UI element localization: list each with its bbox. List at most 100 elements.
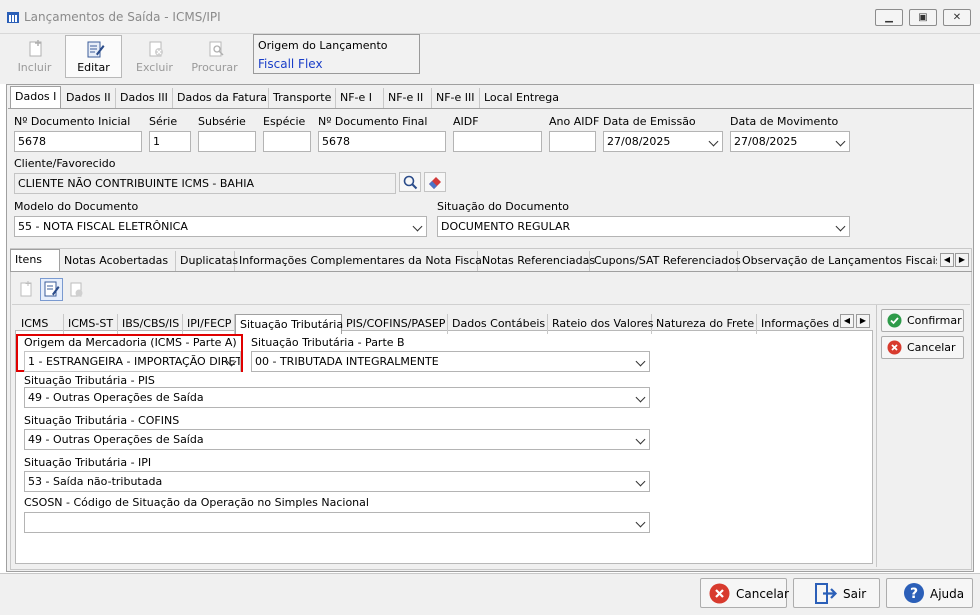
add-item-button[interactable] — [16, 279, 37, 300]
tabs-scroll-left[interactable]: ◀ — [940, 253, 954, 267]
tax-tabs: ICMS ICMS-ST IBS/CBS/IS IPI/FECP Situaçã… — [17, 314, 839, 334]
exit-icon — [815, 583, 838, 604]
tab-dados-i[interactable]: Dados I — [10, 86, 61, 108]
editar-button[interactable]: Editar — [65, 35, 122, 78]
tab-dados-iii[interactable]: Dados III — [116, 88, 173, 108]
cancel-icon — [887, 340, 902, 355]
tab-situacao-tributaria[interactable]: Situação Tributária — [235, 314, 343, 334]
tab-dados-fatura[interactable]: Dados da Fatura — [173, 88, 269, 108]
tabs-scroll-right[interactable]: ▶ — [955, 253, 969, 267]
num-doc-inicial-label: Nº Documento Inicial — [14, 115, 131, 128]
add-item-icon — [20, 281, 32, 297]
situacao-label: Situação do Documento — [437, 200, 570, 213]
ano-aidf-input[interactable] — [549, 131, 596, 152]
chevron-down-icon — [635, 356, 646, 367]
tab-dados-contabeis[interactable]: Dados Contábeis — [448, 314, 548, 334]
tab-natureza-frete[interactable]: Natureza do Frete — [652, 314, 757, 334]
confirmar-button[interactable]: Confirmar — [881, 309, 964, 332]
tab-dados-ii[interactable]: Dados II — [62, 88, 116, 108]
tax-tabs-scroll-right[interactable]: ▶ — [856, 314, 870, 328]
cancel-icon — [709, 583, 730, 604]
ipi-select[interactable]: 53 - Saída não-tributada — [24, 471, 650, 492]
aidf-input[interactable] — [453, 131, 542, 152]
chevron-down-icon — [708, 136, 719, 147]
tab-notas-acobertadas[interactable]: Notas Acobertadas — [60, 251, 176, 271]
csosn-select[interactable] — [24, 512, 650, 533]
side-divider — [876, 305, 877, 567]
cofins-value: 49 - Outras Operações de Saída — [28, 433, 204, 446]
tab-informacoes[interactable]: Informações de — [757, 314, 839, 334]
tab-icms[interactable]: ICMS — [17, 314, 64, 334]
delete-document-icon — [149, 41, 163, 57]
arrow-right-icon: ▶ — [859, 316, 867, 325]
procurar-label: Procurar — [191, 61, 238, 74]
incluir-label: Incluir — [17, 61, 52, 74]
tab-itens[interactable]: Itens — [10, 249, 60, 271]
tab-pis-cofins[interactable]: PIS/COFINS/PASEP — [342, 314, 448, 334]
chevron-down-icon — [635, 392, 646, 403]
tab-ibs-cbs-is[interactable]: IBS/CBS/IS — [118, 314, 183, 334]
minimize-icon: ▁ — [885, 12, 893, 23]
minimize-button[interactable]: ▁ — [875, 9, 903, 26]
edit-item-button[interactable] — [40, 278, 63, 301]
search-document-icon — [209, 41, 224, 57]
cancelar-item-button[interactable]: Cancelar — [881, 336, 964, 359]
modelo-value: 55 - NOTA FISCAL ELETRÔNICA — [18, 220, 188, 233]
cancelar-label: Cancelar — [736, 587, 789, 601]
situacao-select[interactable]: DOCUMENTO REGULAR — [437, 216, 850, 237]
chevron-down-icon — [635, 517, 646, 528]
tab-nfe-ii[interactable]: NF-e II — [384, 88, 432, 108]
tab-duplicatas[interactable]: Duplicatas — [176, 251, 238, 271]
cliente-input[interactable]: CLIENTE NÃO CONTRIBUINTE ICMS - BAHIA — [14, 173, 396, 194]
origem-mercadoria-label: Origem da Mercadoria (ICMS - Parte A) — [24, 336, 237, 349]
sair-button[interactable]: Sair — [793, 578, 880, 608]
subserie-input[interactable] — [198, 131, 256, 152]
serie-input[interactable]: 1 — [149, 131, 191, 152]
maximize-button[interactable]: ▣ — [909, 9, 937, 26]
close-icon: ✕ — [952, 12, 962, 23]
incluir-button[interactable]: Incluir — [6, 35, 63, 78]
num-doc-inicial-input[interactable]: 5678 — [14, 131, 142, 152]
especie-input[interactable] — [263, 131, 311, 152]
tab-notas-referenciadas[interactable]: Notas Referenciadas — [478, 251, 595, 271]
excluir-button[interactable]: Excluir — [126, 35, 183, 78]
pis-select[interactable]: 49 - Outras Operações de Saída — [24, 387, 650, 408]
parte-b-select[interactable]: 00 - TRIBUTADA INTEGRALMENTE — [251, 351, 650, 372]
ipi-label: Situação Tributária - IPI — [24, 456, 152, 469]
modelo-label: Modelo do Documento — [14, 200, 139, 213]
tab-rateio-valores[interactable]: Rateio dos Valores — [548, 314, 653, 334]
tab-local-entrega[interactable]: Local Entrega — [480, 88, 562, 108]
data-emissao-select[interactable]: 27/08/2025 — [603, 131, 723, 152]
tab-observacao-lancamentos[interactable]: Observação de Lançamentos Fiscais (C — [738, 251, 937, 271]
origem-mercadoria-select[interactable]: 1 - ESTRANGEIRA - IMPORTAÇÃO DIRET — [24, 351, 241, 372]
tax-tabs-scroll-left[interactable]: ◀ — [840, 314, 854, 328]
situacao-value: DOCUMENTO REGULAR — [441, 220, 571, 233]
close-button[interactable]: ✕ — [943, 9, 971, 26]
tab-ipi-fecp[interactable]: IPI/FECP — [183, 314, 235, 334]
clear-cliente-button[interactable] — [424, 172, 446, 192]
delete-item-button[interactable] — [66, 279, 87, 300]
window-title: Lançamentos de Saída - ICMS/IPI — [24, 10, 221, 24]
cancelar-button[interactable]: Cancelar — [700, 578, 789, 608]
cancelar-item-label: Cancelar — [907, 341, 956, 354]
eraser-icon — [429, 177, 441, 189]
arrow-right-icon: ▶ — [958, 255, 966, 264]
tab-informacoes-complementares[interactable]: Informações Complementares da Nota Fisca… — [235, 251, 485, 271]
num-doc-final-input[interactable]: 5678 — [318, 131, 446, 152]
modelo-select[interactable]: 55 - NOTA FISCAL ELETRÔNICA — [14, 216, 427, 237]
ajuda-button[interactable]: ? Ajuda — [886, 578, 973, 608]
tab-icms-st[interactable]: ICMS-ST — [64, 314, 118, 334]
tab-nfe-i[interactable]: NF-e I — [336, 88, 384, 108]
parte-b-label: Situação Tributária - Parte B — [251, 336, 405, 349]
tab-cupons-sat[interactable]: Cupons/SAT Referenciados — [590, 251, 741, 271]
procurar-button[interactable]: Procurar — [186, 35, 243, 78]
search-cliente-button[interactable] — [399, 172, 421, 192]
cofins-select[interactable]: 49 - Outras Operações de Saída — [24, 429, 650, 450]
tab-nfe-iii[interactable]: NF-e III — [432, 88, 480, 108]
origem-mercadoria-value: 1 - ESTRANGEIRA - IMPORTAÇÃO DIRET — [28, 355, 241, 368]
data-movimento-select[interactable]: 27/08/2025 — [730, 131, 850, 152]
search-icon — [403, 175, 418, 190]
tab-transporte[interactable]: Transporte — [269, 88, 336, 108]
arrow-left-icon: ◀ — [843, 316, 851, 325]
app-icon — [7, 12, 19, 23]
